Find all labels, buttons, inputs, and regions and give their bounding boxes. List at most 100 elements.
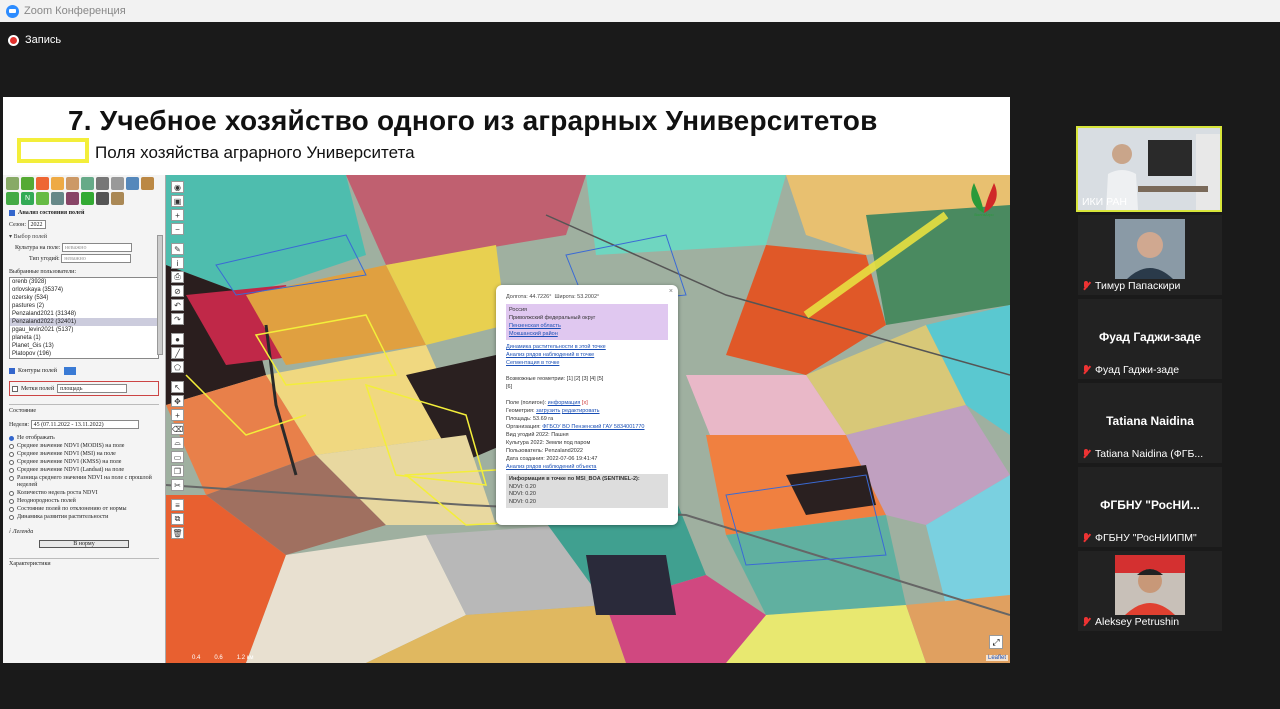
season-select[interactable]: 2022 xyxy=(27,220,46,229)
contours-toggle[interactable]: Контуры полей xyxy=(9,367,159,375)
globe-icon[interactable]: ◉ xyxy=(171,181,184,193)
table-icon[interactable] xyxy=(126,177,139,190)
week-select[interactable]: 45 (07.11.2022 - 13.11.2022) xyxy=(30,420,139,429)
trash-icon[interactable]: 🗑 xyxy=(171,527,184,539)
list-item[interactable]: orenb (3928) xyxy=(10,278,158,286)
list-item[interactable]: Penzaland2022 (32401) xyxy=(10,318,158,326)
list-item[interactable]: Penzaland2021 (31348) xyxy=(10,310,158,318)
list-item[interactable]: Platopov (196) xyxy=(10,350,158,358)
select-icon[interactable]: ↖ xyxy=(171,381,184,393)
split-icon[interactable]: ⌓ xyxy=(171,437,184,449)
option-radio[interactable]: Среднее значение NDVI (Landsat) на поле xyxy=(9,467,159,474)
recording-label: Запись xyxy=(25,34,62,46)
option-radio[interactable]: Не отображать xyxy=(9,435,159,442)
ruler-icon[interactable]: ✎ xyxy=(171,243,184,255)
panel-scrollbar[interactable] xyxy=(157,235,163,355)
add-vertex-icon[interactable]: + xyxy=(171,409,184,421)
participant-tile[interactable]: Tatiana Naidina Tatiana Naidina (ФГБ... xyxy=(1078,383,1222,463)
soil-icon[interactable] xyxy=(51,192,64,205)
fullscreen-icon[interactable]: ⤢ xyxy=(989,635,1003,649)
cut-icon[interactable]: ✂ xyxy=(171,479,184,491)
marks-select[interactable]: площадь xyxy=(57,384,128,393)
info-icon[interactable]: i xyxy=(171,257,184,269)
leaf-icon[interactable] xyxy=(21,177,34,190)
legend-toggle[interactable]: ⁞ Легенда xyxy=(9,529,159,535)
contour-color-swatch[interactable] xyxy=(64,367,76,375)
analysis-toggle[interactable]: Анализ состояния полей xyxy=(9,210,159,216)
slide-title: 7. Учебное хозяйство одного из аграрных … xyxy=(68,105,878,136)
field-choice-header[interactable]: ▾ Выбор полей xyxy=(9,233,159,240)
recording-indicator[interactable]: Запись xyxy=(8,34,61,46)
option-radio[interactable]: Количество недель роста NDVI xyxy=(9,490,159,497)
option-radio[interactable]: Состояние полей по отклонению от нормы xyxy=(9,506,159,513)
users-list[interactable]: orenb (3928) orlovskaya (35374) ozersky … xyxy=(9,277,159,359)
geometries-extra[interactable]: [6] xyxy=(506,383,668,391)
terrain-icon[interactable] xyxy=(81,177,94,190)
list-item[interactable]: planeta (1) xyxy=(10,334,158,342)
bird-icon[interactable] xyxy=(96,192,109,205)
segmentation-link[interactable]: Сегментация в точке xyxy=(506,359,668,367)
leaflet-attribution[interactable]: Leaflet xyxy=(985,655,1008,661)
list-item[interactable]: Planet_Gis (13) xyxy=(10,342,158,350)
zoom-in-button[interactable]: + xyxy=(171,209,184,221)
logo-text: ВолгаАгро xyxy=(974,212,994,217)
geometries-line[interactable]: Возможные геометрии: [1] [2] [3] [4] [5] xyxy=(506,375,668,383)
participant-tile-active[interactable]: ИКИ РАН xyxy=(1076,126,1222,212)
fire-icon[interactable] xyxy=(36,177,49,190)
block-icon[interactable]: ⊘ xyxy=(171,285,184,297)
print-icon[interactable]: ⎙ xyxy=(171,271,184,283)
list-item[interactable]: pastures (2) xyxy=(10,302,158,310)
grape-icon[interactable] xyxy=(66,192,79,205)
tools-icon[interactable] xyxy=(96,177,109,190)
option-radio[interactable]: Среднее значение NDVI (KMSS) на поле xyxy=(9,459,159,466)
zoom-out-button[interactable]: − xyxy=(171,223,184,235)
layers-icon[interactable] xyxy=(6,177,19,190)
map-view[interactable]: ◉ ▣ + − ✎ i ⎙ ⊘ ↶ ↷ ● ╱ ⬠ ↖ ✥ + ⌫ ⌓ ▭ ❐ xyxy=(166,175,1010,663)
option-radio[interactable]: Неоднородность полей xyxy=(9,498,159,505)
stack-icon[interactable]: ≡ xyxy=(171,499,184,511)
marks-toggle[interactable]: Метки полей площадь xyxy=(9,381,159,396)
object-analysis-link[interactable]: Анализ рядов наблюдений объекта xyxy=(506,463,668,471)
option-radio[interactable]: Разница среднего значения NDVI на поле с… xyxy=(9,475,159,489)
extent-icon[interactable]: ▣ xyxy=(171,195,184,207)
move-icon[interactable]: ✥ xyxy=(171,395,184,407)
option-radio[interactable]: Среднее значение NDVI (MODIS) на поле xyxy=(9,443,159,450)
crop-select[interactable]: неважно xyxy=(61,243,132,252)
participant-tile[interactable]: Фуад Гаджи-заде Фуад Гаджи-заде xyxy=(1078,299,1222,379)
participant-tile[interactable]: Aleksey Petrushin xyxy=(1078,551,1222,631)
dynamics-link[interactable]: Динамика растительности в этой точке xyxy=(506,343,668,351)
list-item[interactable]: ozersky (534) xyxy=(10,294,158,302)
state-header: Состояние xyxy=(9,404,159,414)
close-icon[interactable]: × xyxy=(669,288,673,295)
option-radio[interactable]: Среднее значение NDVI (MSI) на поле xyxy=(9,451,159,458)
marker-icon[interactable]: ● xyxy=(171,333,184,345)
undo-icon[interactable]: ↶ xyxy=(171,299,184,311)
field-icon[interactable] xyxy=(66,177,79,190)
user-line: Пользователь: Penzaland2022 xyxy=(506,448,583,454)
tree-icon[interactable] xyxy=(81,192,94,205)
list-item[interactable]: pgau_levin2021 (5137) xyxy=(10,326,158,334)
land-select[interactable]: неважно xyxy=(61,254,132,263)
polygon-icon[interactable]: ⬠ xyxy=(171,361,184,373)
copy-icon[interactable]: ❐ xyxy=(171,465,184,477)
mic-muted-icon xyxy=(1082,617,1091,627)
slide-subtitle: Поля хозяйства аграрного Университета xyxy=(95,143,415,162)
layers-edit-icon[interactable]: ⧉ xyxy=(171,513,184,525)
participant-tile[interactable]: Тимур Папаскири xyxy=(1078,215,1222,295)
series-link[interactable]: Анализ рядов наблюдений в точке xyxy=(506,351,668,359)
line-icon[interactable]: ╱ xyxy=(171,347,184,359)
wheat-icon[interactable] xyxy=(141,177,154,190)
option-radio[interactable]: Динамика развития растительности xyxy=(9,514,159,521)
redo-icon[interactable]: ↷ xyxy=(171,313,184,325)
crop-icon[interactable] xyxy=(36,192,49,205)
sprout-icon[interactable] xyxy=(6,192,19,205)
participant-tile[interactable]: ФГБНУ "РосНИ... ФГБНУ "РосНИИПМ" xyxy=(1078,467,1222,547)
list-item[interactable]: orlovskaya (35374) xyxy=(10,286,158,294)
nitrogen-icon[interactable]: N xyxy=(21,192,34,205)
mountain-icon[interactable] xyxy=(111,192,124,205)
rectangle-icon[interactable]: ▭ xyxy=(171,451,184,463)
normal-button[interactable]: В норму xyxy=(39,540,129,548)
erase-icon[interactable]: ⌫ xyxy=(171,423,184,435)
gear-icon[interactable] xyxy=(111,177,124,190)
sun-icon[interactable] xyxy=(51,177,64,190)
